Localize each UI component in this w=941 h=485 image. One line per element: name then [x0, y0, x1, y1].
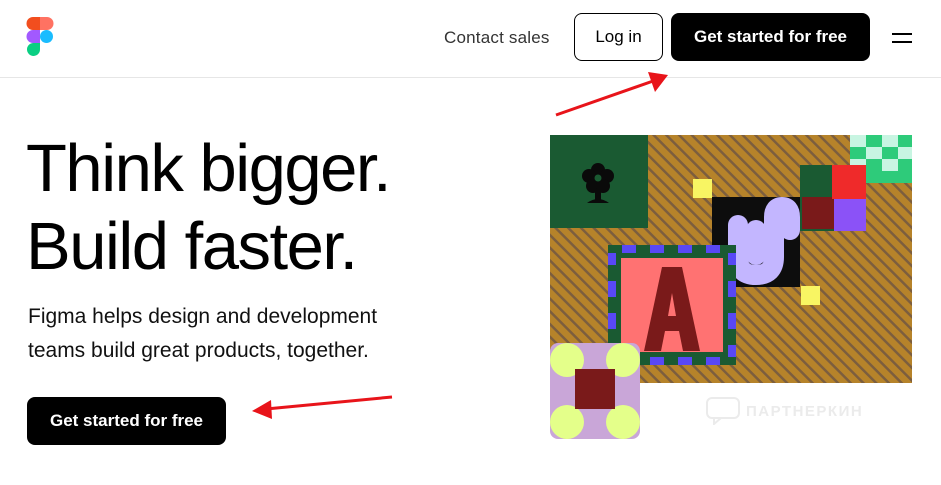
get-started-button-hero[interactable]: Get started for free [27, 397, 226, 445]
circle-tile [550, 343, 640, 439]
top-nav: Contact sales Log in Get started for fre… [0, 0, 941, 78]
subtitle-line-2: teams build great products, together. [28, 339, 369, 362]
arrow-head-icon [252, 400, 272, 419]
arrow-to-header-cta [555, 78, 657, 117]
headline-line-1: Think bigger. [26, 131, 392, 206]
headline-line-2: Build faster. [26, 209, 358, 284]
contact-sales-link[interactable]: Contact sales [444, 28, 550, 48]
watermark-text: ПАРТНЕРКИН [746, 402, 864, 420]
subtitle-line-1: Figma helps design and development [28, 305, 378, 328]
hero-subtitle: Figma helps design and development teams… [28, 300, 448, 368]
hero-illustration [550, 135, 912, 439]
watermark: ПАРТНЕРКИН [706, 397, 863, 425]
login-button[interactable]: Log in [574, 13, 663, 61]
color-swatch-cluster [800, 165, 866, 231]
hero-headline: Think bigger. Build faster. [26, 130, 392, 286]
flower-tile [550, 135, 648, 228]
chat-bubble-icon [706, 397, 740, 425]
arrow-to-hero-cta [265, 395, 393, 411]
figma-logo-icon[interactable] [26, 17, 54, 57]
get-started-button-header[interactable]: Get started for free [671, 13, 870, 61]
hamburger-menu-icon[interactable] [892, 32, 912, 44]
